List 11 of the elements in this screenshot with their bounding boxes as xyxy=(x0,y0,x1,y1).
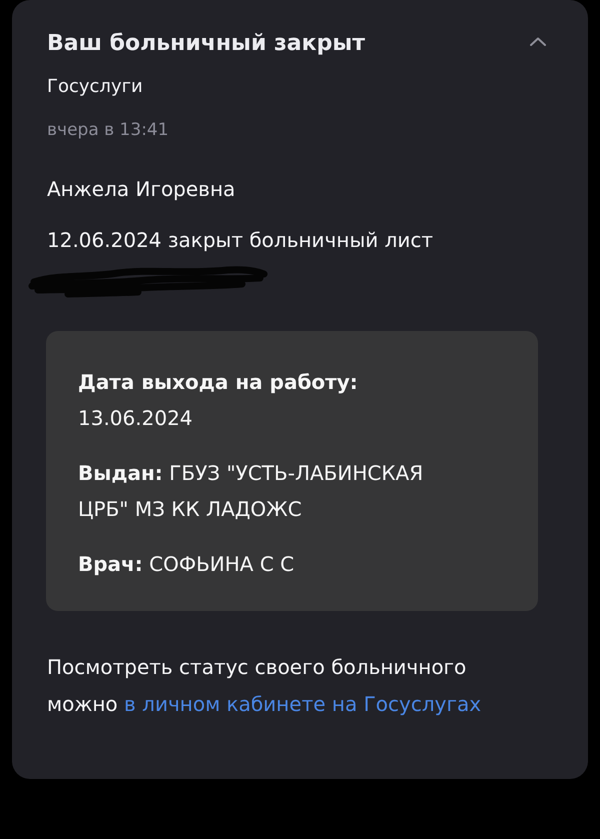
detail-text: Врач: СОФЬИНА С С xyxy=(78,551,296,578)
message-text: 12.06.2024 закрыт больничный лист xyxy=(47,227,434,254)
notification-title: Ваш больничный закрыт xyxy=(47,30,365,58)
sender-name: Госуслуги xyxy=(47,75,143,99)
footer-text: Посмотреть статус своего больничного можно в личном кабинете на Госуслугах xyxy=(47,654,482,718)
gosuslugi-link[interactable]: в личном кабинете на Госуслугах xyxy=(124,692,482,716)
chevron-icon[interactable] xyxy=(530,36,546,46)
detail-text: Выдан: ГБУЗ "УСТЬ-ЛАБИНСКАЯ ЦРБ" МЗ КК ЛАДОЖС xyxy=(78,460,424,523)
timestamp: вчера в 13:41 xyxy=(47,119,169,142)
detail-text: Дата выхода на работу: 13.06.2024 xyxy=(78,369,359,432)
recipient-name: Анжела Игоревна xyxy=(47,176,236,203)
